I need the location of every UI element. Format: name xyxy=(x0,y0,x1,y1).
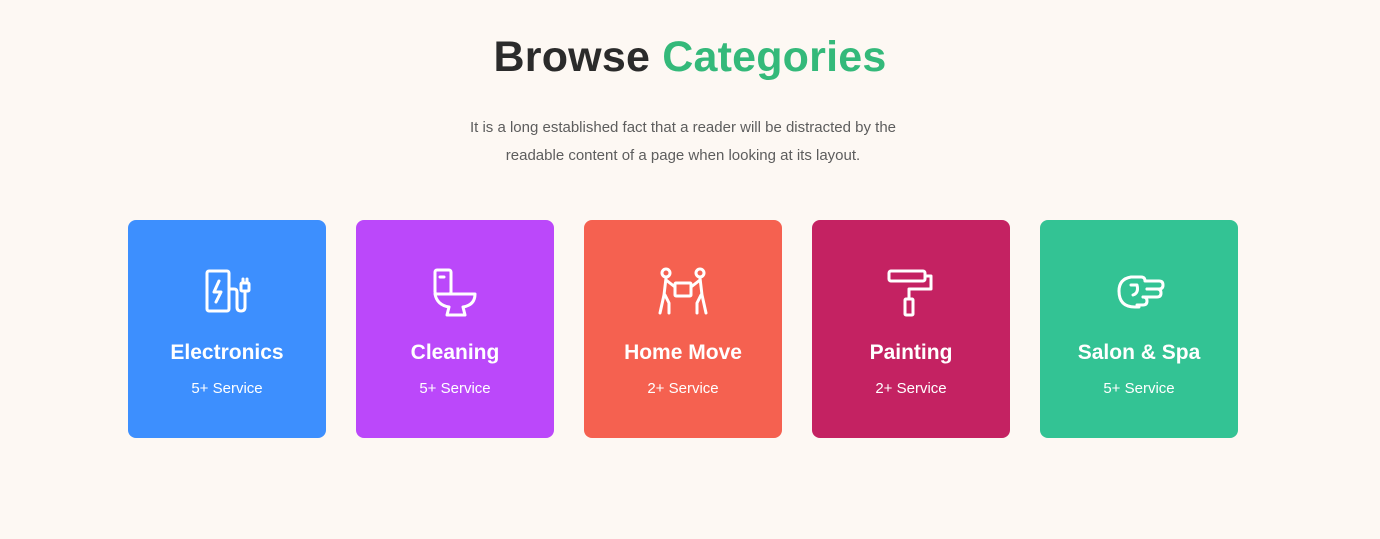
section-title: Browse Categories xyxy=(0,30,1380,84)
category-service-count: 2+ Service xyxy=(647,380,719,397)
category-card-painting[interactable]: Painting 2+ Service xyxy=(812,220,1010,438)
category-name: Cleaning xyxy=(410,341,500,364)
category-card-salon-spa[interactable]: Salon & Spa 5+ Service xyxy=(1040,220,1238,438)
title-part-2-accent: Categories xyxy=(662,33,887,81)
toilet-icon xyxy=(429,267,481,319)
category-service-count: 5+ Service xyxy=(1103,380,1175,397)
title-part-1: Browse xyxy=(493,33,651,81)
section-description: It is a long established fact that a rea… xyxy=(469,119,897,164)
movers-carrying-box-icon xyxy=(657,267,709,319)
category-card-home-move[interactable]: Home Move 2+ Service xyxy=(584,220,782,438)
category-service-count: 5+ Service xyxy=(419,380,491,397)
category-service-count: 5+ Service xyxy=(191,380,263,397)
category-service-count: 2+ Service xyxy=(875,380,947,397)
category-name: Home Move xyxy=(624,341,742,364)
ev-charger-icon xyxy=(201,267,253,319)
category-cards: Electronics 5+ Service Cleaning 5+ Servi… xyxy=(128,220,1238,438)
category-name: Painting xyxy=(869,341,953,364)
category-card-electronics[interactable]: Electronics 5+ Service xyxy=(128,220,326,438)
category-name: Electronics xyxy=(170,341,284,364)
category-card-cleaning[interactable]: Cleaning 5+ Service xyxy=(356,220,554,438)
browse-categories-section: Browse Categories It is a long establish… xyxy=(0,0,1380,539)
category-name: Salon & Spa xyxy=(1077,341,1201,364)
paint-roller-icon xyxy=(885,267,937,319)
hand-pointing-icon xyxy=(1113,267,1165,319)
